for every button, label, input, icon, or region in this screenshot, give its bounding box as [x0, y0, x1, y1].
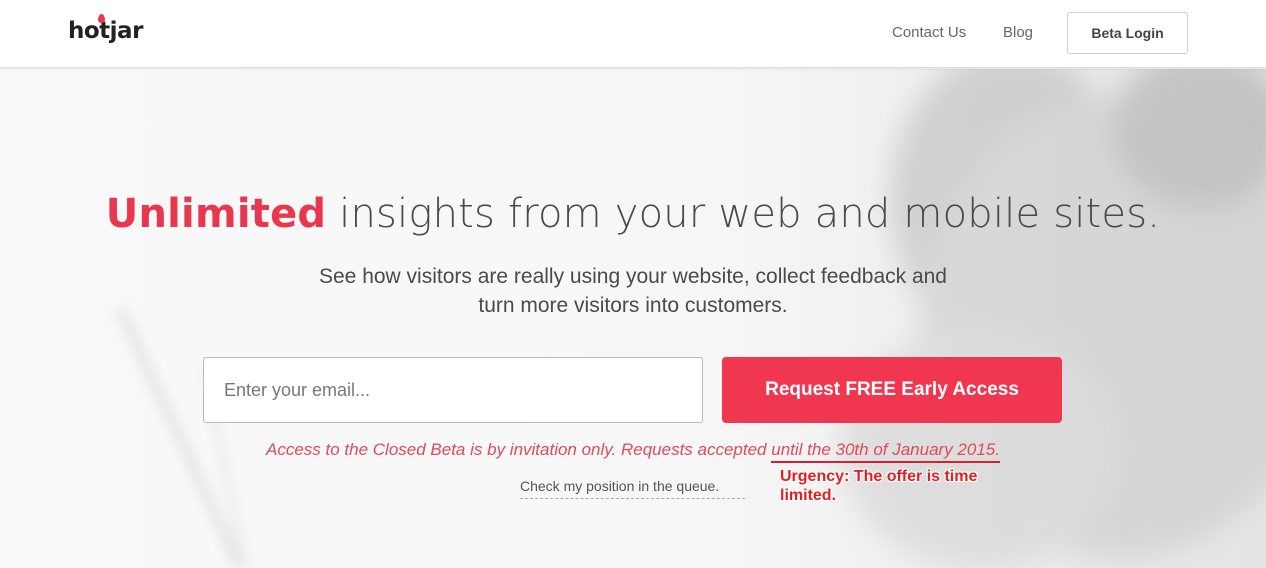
beta-login-button[interactable]: Beta Login — [1067, 12, 1188, 54]
hero-subtitle: See how visitors are really using your w… — [283, 262, 983, 320]
check-queue-link[interactable]: Check my position in the queue. — [520, 478, 745, 499]
flame-icon — [98, 14, 105, 23]
headline-highlight: Unlimited — [105, 191, 327, 237]
subtitle-line-1: See how visitors are really using your w… — [319, 265, 947, 288]
site-header: hotjar Contact Us Blog Beta Login — [0, 0, 1266, 68]
email-input[interactable] — [203, 357, 703, 423]
notice-text: Access to the Closed Beta is by invitati… — [266, 440, 772, 459]
nav-contact-us[interactable]: Contact Us — [892, 24, 966, 41]
headline-text: insights from your web and mobile sites. — [326, 191, 1161, 237]
beta-notice: Access to the Closed Beta is by invitati… — [0, 440, 1266, 463]
logo-text: hotjar — [68, 18, 143, 44]
subtitle-line-2: turn more visitors into customers. — [478, 294, 788, 317]
hotjar-logo[interactable]: hotjar — [68, 14, 143, 44]
page-headline: Unlimited insights from your web and mob… — [0, 191, 1266, 237]
request-access-button[interactable]: Request FREE Early Access — [722, 357, 1062, 423]
notice-deadline: until the 30th of January 2015. — [771, 440, 1000, 463]
nav-blog[interactable]: Blog — [1003, 24, 1033, 41]
urgency-annotation: Urgency: The offer is time limited. — [780, 468, 978, 504]
